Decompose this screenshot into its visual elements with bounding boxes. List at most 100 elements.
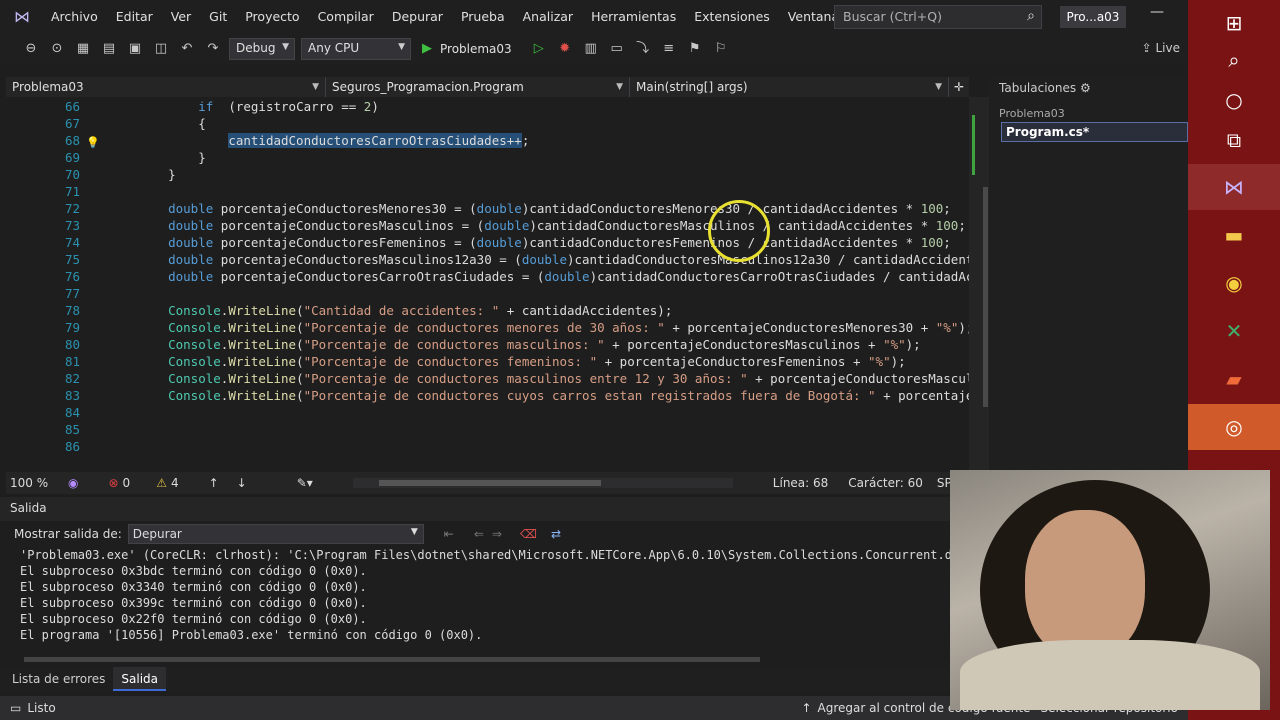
menu-item[interactable]: Analizar (514, 0, 582, 34)
layout-icon[interactable]: ▭ (606, 38, 628, 60)
code-line[interactable]: 75 double porcentajeConductoresMasculino… (6, 251, 969, 268)
forward-icon[interactable]: ⊙ (46, 38, 68, 60)
horizontal-scrollbar[interactable] (352, 478, 733, 488)
menu-item[interactable]: Herramientas (582, 0, 685, 34)
code-line[interactable]: 82 Console.WriteLine("Porcentaje de cond… (6, 370, 969, 387)
go-next-icon[interactable]: ⇒ (492, 527, 502, 541)
visual-studio-logo-icon[interactable]: ⋈ (12, 7, 32, 27)
split-editor-icon[interactable]: ✛ (949, 77, 969, 97)
copilot-icon[interactable]: ◉ (68, 476, 78, 490)
code-line[interactable]: 70 } (6, 166, 969, 183)
settings-gear-icon[interactable]: ⚙ (1080, 81, 1091, 95)
go-prev-icon[interactable]: ⇐ (474, 527, 484, 541)
code-line[interactable]: 77 (6, 285, 969, 302)
code-line[interactable]: 83 Console.WriteLine("Porcentaje de cond… (6, 387, 969, 404)
zoom-level[interactable]: 100 % (10, 476, 68, 490)
code-line[interactable]: 80 Console.WriteLine("Porcentaje de cond… (6, 336, 969, 353)
menu-item[interactable]: Proyecto (236, 0, 308, 34)
menu-item[interactable]: Ver (162, 0, 200, 34)
open-file-icon[interactable]: ▤ (98, 38, 120, 60)
back-icon[interactable]: ⊖ (20, 38, 42, 60)
visual-studio-icon[interactable]: ⋈ (1188, 164, 1280, 210)
menu-item[interactable]: Git (200, 0, 236, 34)
step-icon[interactable]: ⤵ (632, 38, 654, 60)
tab-program-cs[interactable]: Program.cs* (1001, 122, 1188, 142)
platform-select[interactable]: Any CPU ▼ (301, 38, 411, 60)
warning-count[interactable]: 4 (171, 476, 179, 490)
format-icon[interactable]: ≡ (658, 38, 680, 60)
tab-error-list[interactable]: Lista de errores (4, 667, 113, 691)
code-line[interactable]: 74 double porcentajeConductoresFemeninos… (6, 234, 969, 251)
chrome-icon[interactable]: ◉ (1188, 260, 1280, 306)
error-count[interactable]: 0 (123, 476, 131, 490)
hot-reload-icon[interactable]: ✹ (554, 38, 576, 60)
configuration-select[interactable]: Debug ▼ (229, 38, 295, 60)
code-line[interactable]: 66 if (registroCarro == 2) (6, 98, 969, 115)
menu-item[interactable]: Depurar (383, 0, 452, 34)
code-line[interactable]: 71 (6, 183, 969, 200)
code-line[interactable]: 85 (6, 421, 969, 438)
code-line[interactable]: 72 double porcentajeConductoresMenores30… (6, 200, 969, 217)
code-text: } (138, 149, 206, 166)
run-icon[interactable]: ▶ (416, 38, 438, 60)
code-line[interactable]: 67 { (6, 115, 969, 132)
code-line[interactable]: 84 (6, 404, 969, 421)
editor-scrollbar[interactable] (969, 97, 989, 472)
file-explorer-icon[interactable]: ▬ (1188, 212, 1280, 258)
powerpoint-icon[interactable]: ▰ (1188, 356, 1280, 402)
excel-icon[interactable]: ✕ (1188, 308, 1280, 354)
run-target-button[interactable]: Problema03 (440, 42, 512, 56)
code-editor[interactable]: 66 if (registroCarro == 2) 67 {68 cantida… (6, 97, 969, 472)
save-icon[interactable]: ▣ (124, 38, 146, 60)
search-input[interactable]: Buscar (Ctrl+Q) ⌕ (834, 5, 1042, 29)
menu-item[interactable]: Archivo (42, 0, 107, 34)
start-without-debugging-icon[interactable]: ▷ (528, 38, 550, 60)
word-wrap-icon[interactable]: ⇄ (551, 527, 561, 541)
code-line[interactable]: 86 (6, 438, 969, 455)
solution-name-badge[interactable]: Pro...a03 (1060, 6, 1126, 28)
code-token: )cantidadConductoresCarroOtrasCiudades /… (589, 269, 969, 284)
method-dropdown[interactable]: Main(string[] args) ▼ (630, 77, 949, 97)
menu-item[interactable]: Compilar (309, 0, 383, 34)
redo-icon[interactable]: ↷ (202, 38, 224, 60)
undo-icon[interactable]: ↶ (176, 38, 198, 60)
bookmark-prev-icon[interactable]: ⚐ (710, 38, 732, 60)
live-share-button[interactable]: ⇪ Live (1142, 41, 1180, 55)
output-source-select[interactable]: Depurar ▼ (127, 524, 424, 544)
new-project-icon[interactable]: ▦ (72, 38, 94, 60)
code-text: cantidadConductoresCarroOtrasCiudades++; (138, 132, 529, 149)
menu-item[interactable]: Extensiones (685, 0, 779, 34)
code-token: + porcentajeConductoresMenores30 + (664, 320, 936, 335)
code-line[interactable]: 69 } (6, 149, 969, 166)
toolbar: ⊖ ⊙ ▦ ▤ ▣ ◫ ↶ ↷ Debug ▼ Any CPU ▼ ▶ Proble… (0, 34, 1188, 64)
save-all-icon[interactable]: ◫ (150, 38, 172, 60)
recording-app-icon[interactable]: ◎ (1188, 404, 1280, 450)
clear-all-icon[interactable]: ⌫ (520, 527, 537, 541)
bookmark-icon[interactable]: ⚑ (684, 38, 706, 60)
browse-folder-icon[interactable]: ▥ (580, 38, 602, 60)
task-view-icon[interactable]: ⧉ (1188, 117, 1280, 163)
find-in-output-icon[interactable]: ⇤ (444, 527, 454, 541)
tab-output[interactable]: Salida (113, 667, 166, 691)
scrollbar-thumb[interactable] (983, 187, 988, 407)
code-line[interactable]: 81 Console.WriteLine("Porcentaje de cond… (6, 353, 969, 370)
code-text: double porcentajeConductoresMasculinos =… (138, 217, 966, 234)
code-line[interactable]: 78 Console.WriteLine("Cantidad de accide… (6, 302, 969, 319)
project-dropdown[interactable]: Problema03 ▼ (6, 77, 326, 97)
code-line[interactable]: 76 double porcentajeConductoresCarroOtra… (6, 268, 969, 285)
code-cleanup-icon[interactable]: ✎▾ (297, 476, 313, 490)
menu-item[interactable]: Editar (107, 0, 162, 34)
menu-item[interactable]: Prueba (452, 0, 514, 34)
code-line[interactable]: 79 Console.WriteLine("Porcentaje de cond… (6, 319, 969, 336)
lightbulb-icon[interactable]: 💡 (86, 136, 100, 149)
class-dropdown[interactable]: Seguros_Programacion.Program ▼ (326, 77, 630, 97)
minimize-icon[interactable]: — (1150, 4, 1164, 20)
next-issue-icon[interactable]: ↓ (237, 476, 247, 490)
previous-issue-icon[interactable]: ↑ (209, 476, 219, 490)
output-scrollbar[interactable] (24, 657, 760, 662)
output-text[interactable]: 'Problema03.exe' (CoreCLR: clrhost): 'C:… (0, 547, 1031, 643)
code-line[interactable]: 68 cantidadConductoresCarroOtrasCiudades… (6, 132, 969, 149)
code-line[interactable]: 73 double porcentajeConductoresMasculino… (6, 217, 969, 234)
